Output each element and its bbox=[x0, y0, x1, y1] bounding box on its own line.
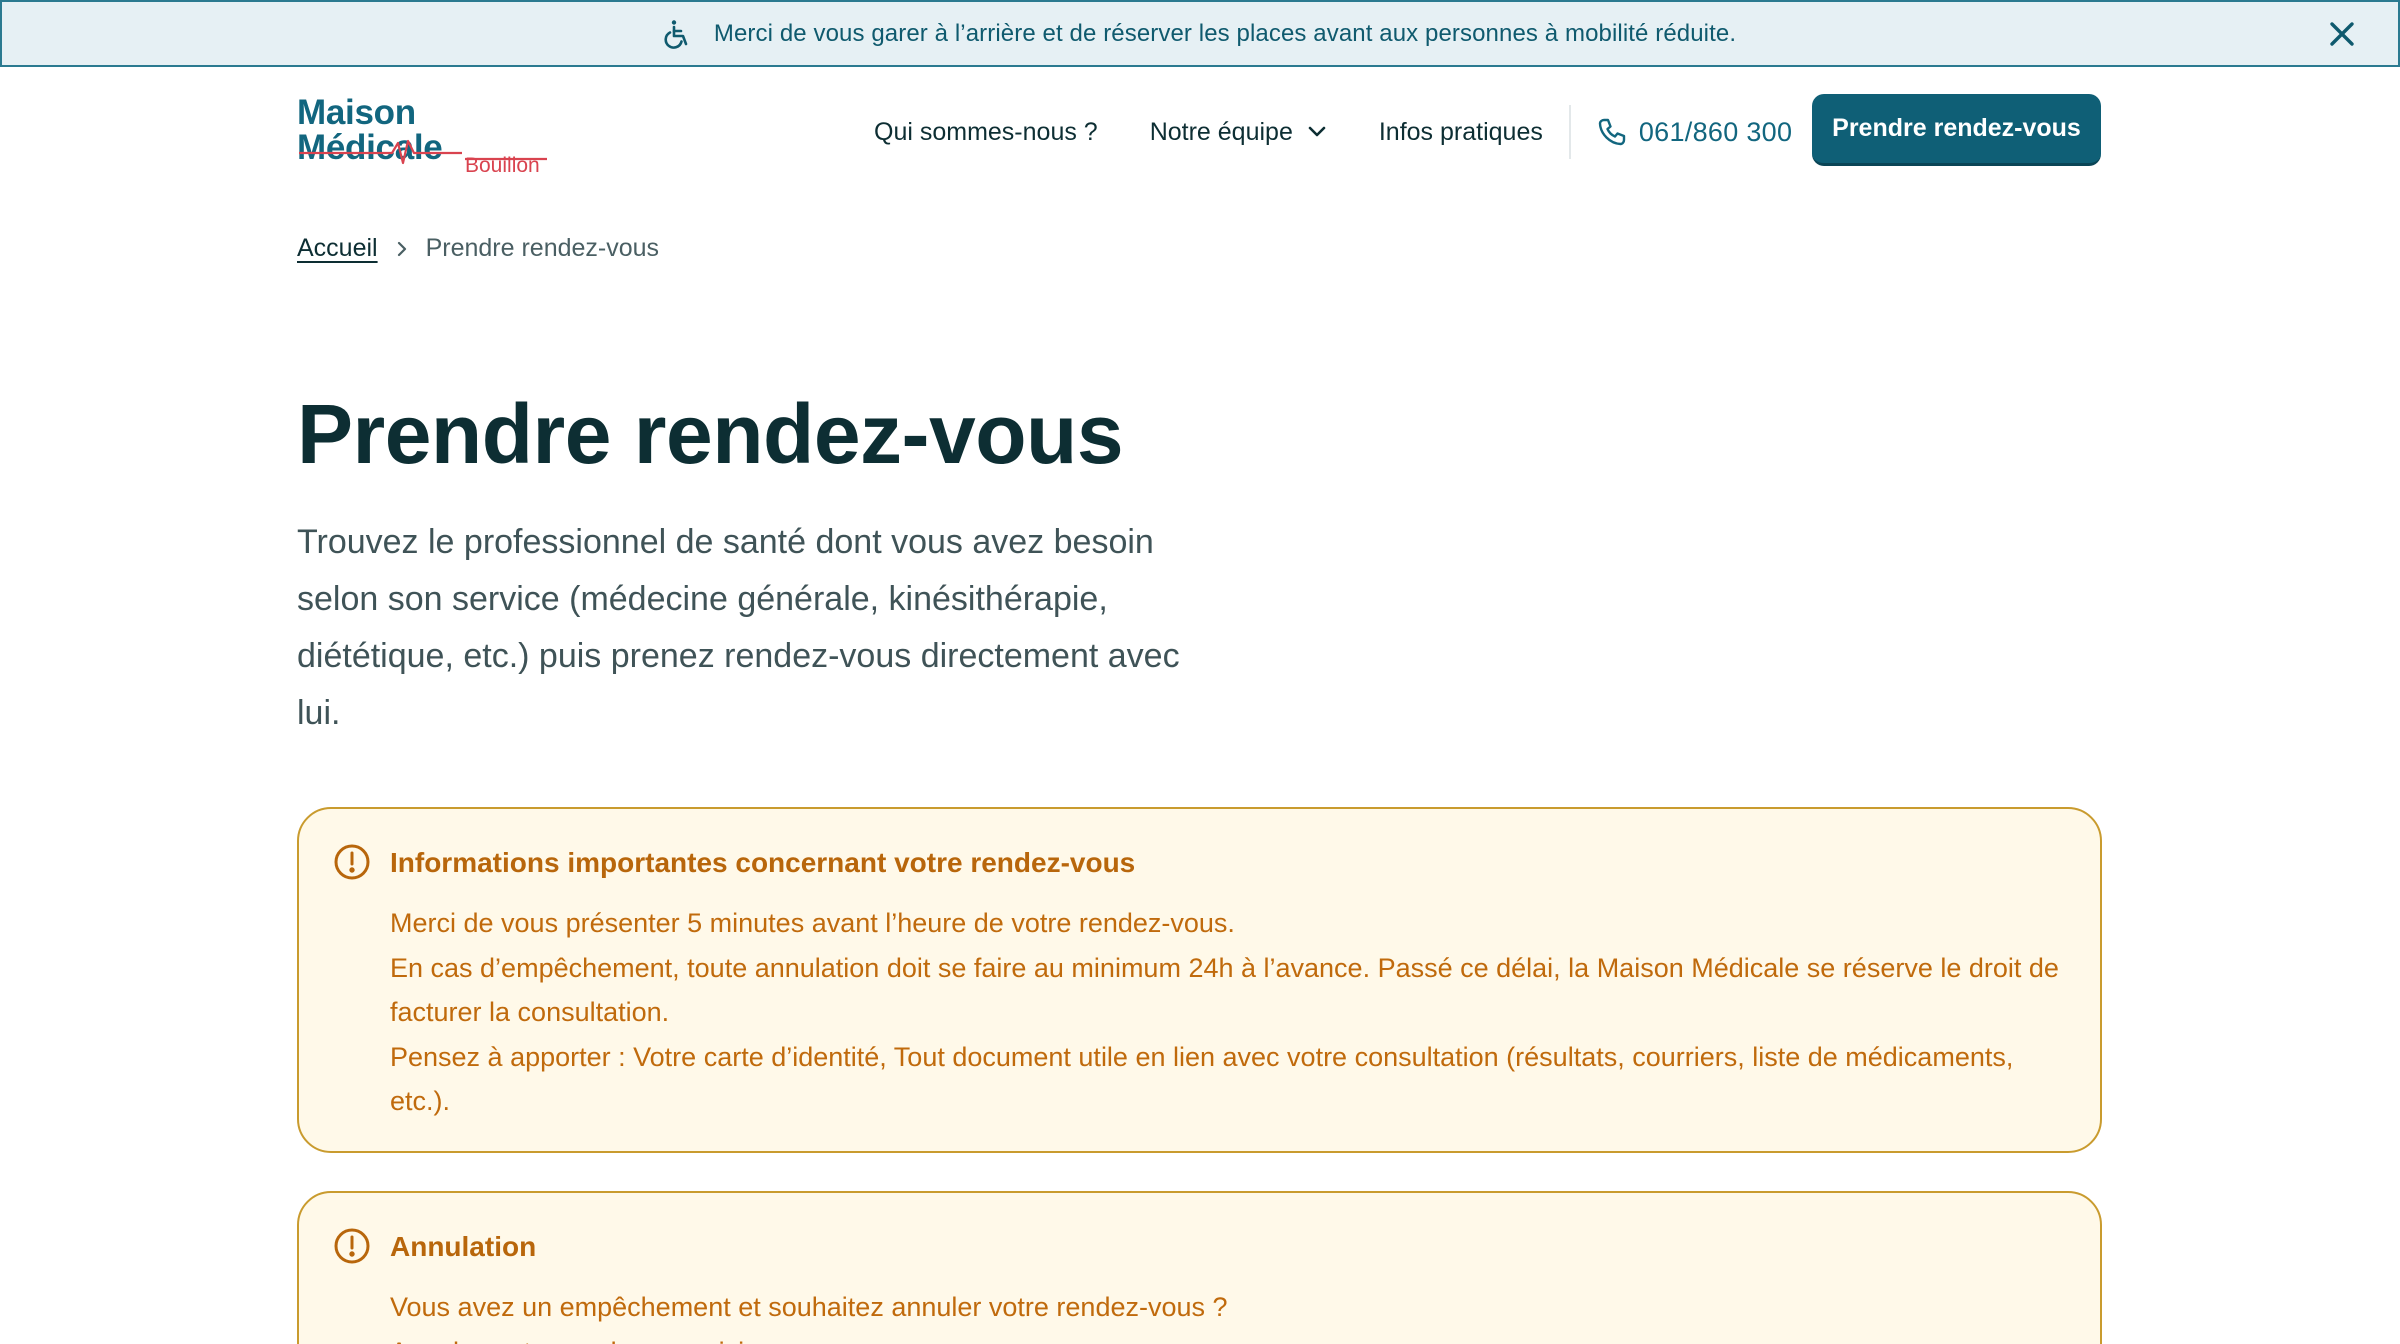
site-logo[interactable]: Maison Médicale Bouillon bbox=[297, 95, 557, 176]
info-card-important: Informations importantes concernant votr… bbox=[297, 807, 2102, 1153]
card-line: En cas d’empêchement, toute annulation d… bbox=[390, 952, 2059, 1028]
nav-item-label: Infos pratiques bbox=[1378, 117, 1543, 146]
notice-content: Merci de vous garer à l’arrière et de ré… bbox=[664, 19, 1736, 49]
card-line: Pensez à apporter : Votre carte d’identi… bbox=[390, 1041, 2014, 1117]
nav-item-label: Notre équipe bbox=[1149, 117, 1293, 146]
wheelchair-icon bbox=[664, 19, 692, 49]
cancel-appointment-link[interactable]: Annulez votre rendez-vous ici. bbox=[390, 1330, 2070, 1344]
nav-divider bbox=[1568, 105, 1571, 159]
breadcrumb-home-link[interactable]: Accueil bbox=[297, 234, 378, 263]
card-line: Merci de vous présenter 5 minutes avant … bbox=[390, 908, 1235, 938]
notice-banner: Merci de vous garer à l’arrière et de ré… bbox=[0, 0, 2400, 67]
page-intro: Trouvez le professionnel de santé dont v… bbox=[297, 523, 1180, 732]
card-title: Annulation bbox=[390, 1231, 537, 1262]
nav-item-qui-sommes-nous[interactable]: Qui sommes-nous ? bbox=[874, 118, 1098, 147]
nav-item-infos-pratiques[interactable]: Infos pratiques bbox=[1379, 118, 1543, 147]
alert-circle-icon bbox=[334, 844, 370, 880]
nav-item-notre-equipe[interactable]: Notre équipe bbox=[1150, 118, 1327, 147]
phone-number: 061/860 300 bbox=[1638, 116, 1793, 147]
phone-icon bbox=[1598, 118, 1626, 146]
logo-subtitle: Bouillon bbox=[465, 154, 540, 177]
breadcrumb-current: Prendre rendez-vous bbox=[425, 234, 660, 262]
notice-text: Merci de vous garer à l’arrière et de ré… bbox=[713, 19, 1737, 47]
card-title: Informations importantes concernant votr… bbox=[390, 847, 1136, 878]
breadcrumb: Accueil Prendre rendez-vous bbox=[297, 234, 659, 263]
alert-circle-icon bbox=[334, 1228, 370, 1264]
site-header: Maison Médicale Bouillon Qui sommes-nous… bbox=[0, 67, 2400, 192]
close-icon[interactable] bbox=[2324, 16, 2360, 52]
card-body: Vous avez un empêchement et souhaitez an… bbox=[390, 1285, 2070, 1344]
chevron-right-icon bbox=[397, 241, 406, 256]
chevron-down-icon bbox=[1308, 126, 1326, 137]
book-appointment-button[interactable]: Prendre rendez-vous bbox=[1812, 94, 2101, 166]
phone-link[interactable]: 061/860 300 bbox=[1597, 117, 1792, 148]
card-line: Vous avez un empêchement et souhaitez an… bbox=[390, 1292, 1228, 1322]
nav-item-label: Qui sommes-nous ? bbox=[874, 117, 1098, 146]
card-body: Merci de vous présenter 5 minutes avant … bbox=[390, 901, 2070, 1124]
page-title: Prendre rendez-vous bbox=[297, 387, 1124, 481]
info-card-cancellation: Annulation Vous avez un empêchement et s… bbox=[297, 1191, 2102, 1344]
main-nav: Qui sommes-nous ? Notre équipe Infos pra… bbox=[874, 105, 1792, 159]
